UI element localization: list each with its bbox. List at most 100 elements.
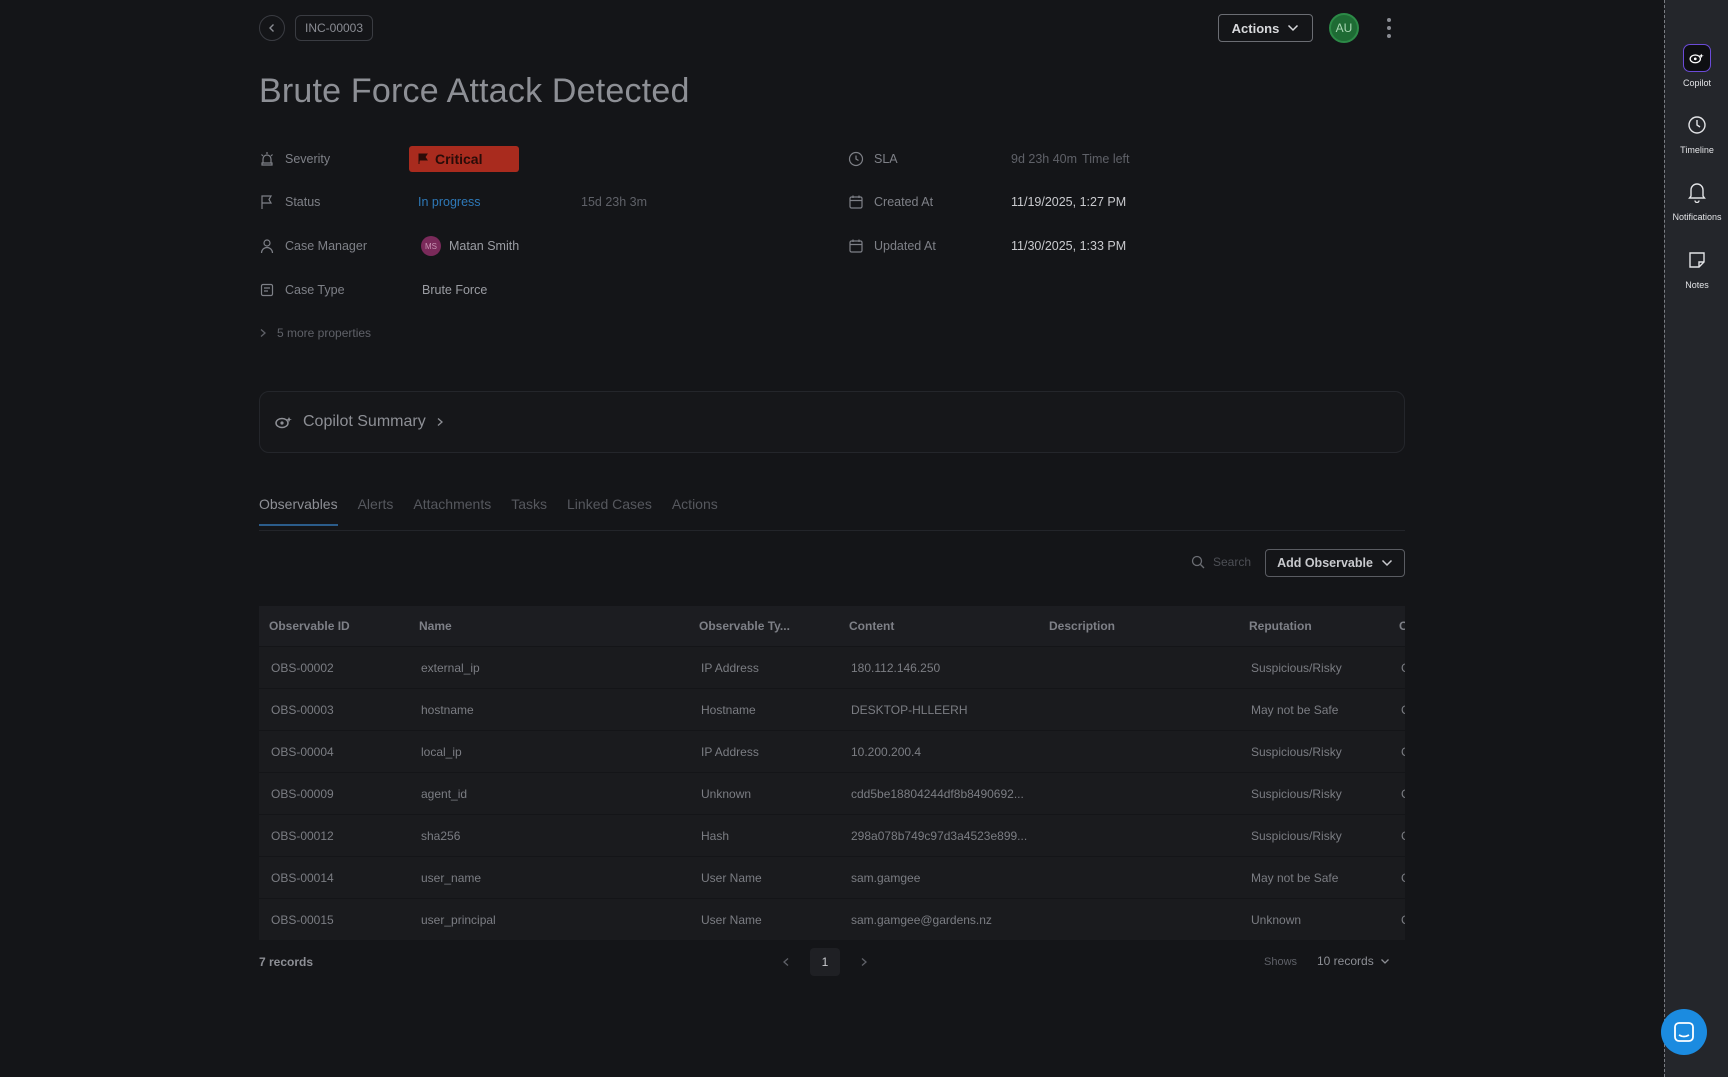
tab-attachments[interactable]: Attachments bbox=[413, 496, 491, 526]
observable-type-cell: Hostname bbox=[701, 702, 756, 717]
chevron-right-icon[interactable] bbox=[860, 957, 868, 967]
table-header: Observable ID Name Observable Ty... Cont… bbox=[259, 606, 1405, 646]
user-avatar[interactable]: AU bbox=[1329, 13, 1359, 43]
back-button[interactable] bbox=[259, 15, 285, 41]
more-options-icon[interactable] bbox=[1382, 16, 1396, 40]
rail-item-label: Notes bbox=[1685, 280, 1709, 290]
reputation-cell: Suspicious/Risky bbox=[1251, 786, 1342, 801]
rail-item-notes[interactable]: Notes bbox=[1665, 246, 1728, 290]
observable-id-cell: OBS-00009 bbox=[271, 786, 334, 801]
observable-type-cell: Unknown bbox=[701, 786, 752, 801]
content-cell: 10.200.200.4 bbox=[851, 744, 922, 759]
sla-label: SLA bbox=[874, 152, 898, 166]
created-at-label: Created At bbox=[874, 195, 934, 209]
sla-value: 9d 23h 40m Time left bbox=[1011, 149, 1130, 169]
tabs-divider bbox=[259, 530, 1405, 531]
flag-outline-icon bbox=[261, 195, 273, 209]
table-row[interactable]: OBS-00009 agent_id Unknown cdd5be18804244df… bbox=[259, 772, 1405, 814]
copilot-summary-title: Copilot Summary bbox=[303, 413, 426, 430]
rail-item-notifications[interactable]: Notifications bbox=[1665, 178, 1728, 222]
records-per-page-select[interactable]: 10 records bbox=[1317, 954, 1390, 968]
content-cell: 180.112.146.250 bbox=[851, 660, 941, 675]
add-observable-button[interactable]: Add Observable bbox=[1265, 549, 1405, 577]
column-header[interactable]: Name bbox=[409, 619, 689, 633]
search-input[interactable]: Search bbox=[1213, 555, 1251, 569]
status-label: Status bbox=[285, 195, 321, 209]
rail-item-timeline[interactable]: Timeline bbox=[1665, 111, 1728, 155]
extra-cell: C bbox=[1389, 829, 1405, 843]
sla-time: 9d 23h 40m bbox=[1011, 152, 1078, 166]
actions-dropdown-button[interactable]: Actions bbox=[1218, 14, 1313, 42]
copilot-summary-card[interactable]: Copilot Summary bbox=[259, 391, 1405, 453]
pagination: 1 bbox=[782, 948, 868, 976]
more-properties-toggle[interactable]: 5 more properties bbox=[259, 326, 371, 340]
copilot-icon bbox=[275, 417, 292, 429]
reputation-cell: May not be Safe bbox=[1251, 870, 1339, 885]
page-number[interactable]: 1 bbox=[810, 948, 840, 976]
chevron-right-icon bbox=[437, 418, 443, 426]
column-header[interactable]: C bbox=[1389, 619, 1405, 633]
observable-id-cell: OBS-00002 bbox=[271, 660, 334, 675]
case-manager-value[interactable]: MS Matan Smith bbox=[421, 236, 519, 256]
column-header[interactable]: Content bbox=[839, 619, 1039, 633]
table-row[interactable]: OBS-00015 user_principal User Name sam.gamg… bbox=[259, 898, 1405, 940]
observable-type-cell: IP Address bbox=[701, 744, 759, 759]
tab-alerts[interactable]: Alerts bbox=[358, 496, 394, 526]
case-type-property: Case Type bbox=[259, 280, 345, 300]
table-row[interactable]: OBS-00003 hostname Hostname DESKTOP-HLLEERH… bbox=[259, 688, 1405, 730]
search-box[interactable]: Search bbox=[1191, 555, 1251, 569]
updated-at-property: Updated At bbox=[848, 236, 936, 256]
case-manager-label: Case Manager bbox=[285, 239, 367, 253]
extra-cell: C bbox=[1389, 913, 1405, 927]
table-row[interactable]: OBS-00014 user_name User Name sam.gamgee May… bbox=[259, 856, 1405, 898]
table-body: OBS-00002 external_ip IP Address 180.112.14… bbox=[259, 646, 1405, 940]
case-id-badge: INC-00003 bbox=[295, 15, 374, 41]
content-cell: sam.gamgee@gardens.nz bbox=[851, 912, 992, 927]
reputation-cell: May not be Safe bbox=[1251, 702, 1339, 717]
chevron-left-icon[interactable] bbox=[782, 957, 790, 967]
rail-item-copilot[interactable]: Copilot bbox=[1665, 44, 1728, 88]
bell-icon bbox=[1683, 178, 1711, 206]
column-header[interactable]: Observable Ty... bbox=[689, 619, 839, 633]
observable-name-cell: hostname bbox=[421, 702, 474, 717]
table-row[interactable]: OBS-00004 local_ip IP Address 10.200.200.4 S… bbox=[259, 730, 1405, 772]
content-cell: 298a078b749c97d3a4523e899... bbox=[851, 828, 1028, 843]
sla-property: SLA bbox=[848, 149, 898, 169]
extra-cell: C bbox=[1389, 661, 1405, 675]
case-type-label: Case Type bbox=[285, 283, 345, 297]
status-value[interactable]: In progress bbox=[418, 192, 481, 212]
records-per-page-value: 10 records bbox=[1317, 954, 1374, 968]
observable-id-cell: OBS-00015 bbox=[271, 912, 334, 927]
tab-observables[interactable]: Observables bbox=[259, 496, 338, 526]
tab-tasks[interactable]: Tasks bbox=[511, 496, 547, 526]
chevron-right-icon bbox=[260, 329, 266, 337]
column-header[interactable]: Observable ID bbox=[259, 619, 409, 633]
reputation-cell: Unknown bbox=[1251, 912, 1302, 927]
table-row[interactable]: OBS-00002 external_ip IP Address 180.112.14… bbox=[259, 646, 1405, 688]
tab-actions[interactable]: Actions bbox=[672, 496, 718, 526]
observable-id-cell: OBS-00003 bbox=[271, 702, 334, 717]
severity-property: Severity bbox=[259, 149, 330, 169]
right-sidebar: Copilot Timeline Notifications Notes bbox=[1664, 0, 1728, 1077]
table-row[interactable]: OBS-00012 sha256 Hash 298a078b749c97d3a4523… bbox=[259, 814, 1405, 856]
severity-badge[interactable]: Critical bbox=[409, 146, 519, 172]
observable-name-cell: sha256 bbox=[421, 828, 461, 843]
case-manager-name: Matan Smith bbox=[449, 239, 520, 253]
flag-icon bbox=[418, 153, 428, 164]
case-type-value[interactable]: Brute Force bbox=[422, 280, 487, 300]
case-detail-page: INC-00003 Actions AU Brute Force Attack … bbox=[0, 0, 1664, 1077]
column-header[interactable]: Description bbox=[1039, 619, 1239, 633]
chevron-down-icon bbox=[1288, 24, 1299, 32]
records-count: 7 records bbox=[259, 955, 314, 969]
created-at-property: Created At bbox=[848, 192, 933, 212]
tab-linked-cases[interactable]: Linked Cases bbox=[567, 496, 652, 526]
case-manager-property: Case Manager bbox=[259, 236, 367, 256]
chat-icon bbox=[1674, 1022, 1694, 1042]
status-duration: 15d 23h 3m bbox=[581, 195, 648, 209]
chat-launcher-button[interactable] bbox=[1661, 1009, 1707, 1055]
rail-item-label: Copilot bbox=[1682, 78, 1711, 88]
content-cell: cdd5be18804244df8b8490692... bbox=[851, 786, 1024, 801]
page-title: Brute Force Attack Detected bbox=[259, 72, 690, 110]
clock-icon bbox=[848, 151, 864, 167]
column-header[interactable]: Reputation bbox=[1239, 619, 1389, 633]
